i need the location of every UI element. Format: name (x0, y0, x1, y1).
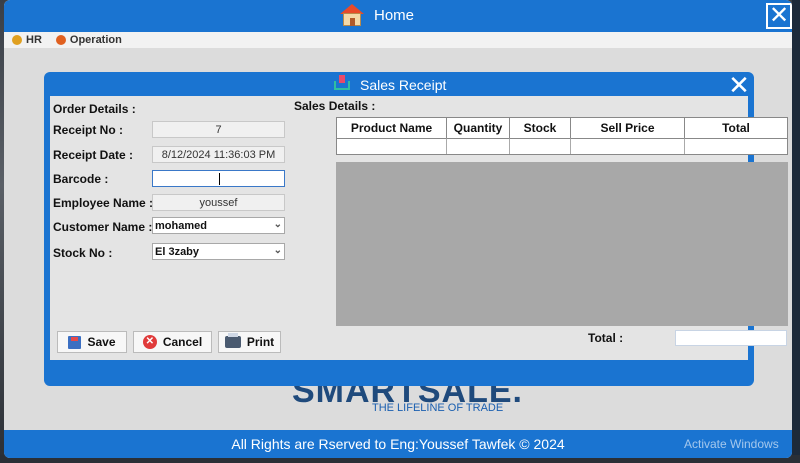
save-icon (68, 335, 82, 349)
column-header[interactable]: Sell Price (571, 118, 685, 138)
footer-text: All Rights are Rserved to Eng:Youssef Ta… (231, 436, 565, 452)
customer-name-select[interactable]: mohamed ⌄ (152, 217, 285, 234)
text-caret (219, 172, 220, 185)
cancel-button-label: Cancel (162, 335, 203, 349)
save-button-label: Save (87, 335, 116, 349)
menu-bar: HR Operation (4, 32, 792, 48)
column-header[interactable]: Product Name (337, 118, 447, 138)
grid-cell[interactable] (337, 138, 447, 154)
print-button[interactable]: Print (218, 331, 281, 353)
grid-empty-area (336, 162, 788, 326)
operation-icon (55, 35, 66, 45)
barcode-label: Barcode : (53, 172, 109, 186)
dialog-title: Sales Receipt (360, 77, 447, 93)
print-button-label: Print (246, 335, 275, 349)
chevron-down-icon: ⌄ (273, 245, 282, 256)
column-header[interactable]: Quantity (447, 118, 510, 138)
dialog-close-button[interactable]: ✕ (728, 72, 750, 98)
save-button[interactable]: Save (57, 331, 127, 353)
stock-no-select[interactable]: El 3zaby ⌄ (152, 243, 285, 260)
menu-item-operation[interactable]: Operation (55, 34, 122, 46)
printer-icon (224, 333, 241, 348)
grid-cell[interactable] (447, 138, 510, 154)
desktop-background (792, 0, 800, 463)
customer-name-value: mohamed (155, 219, 207, 232)
menu-item-hr[interactable]: HR (12, 34, 42, 46)
barcode-input[interactable] (152, 170, 285, 187)
activate-windows-watermark: Activate Windows (684, 437, 779, 451)
order-details-heading: Order Details : (53, 102, 136, 116)
table-row[interactable] (337, 138, 787, 154)
title-group: Home (340, 4, 414, 26)
main-close-button[interactable]: ✕ (766, 3, 792, 29)
employee-name-label: Employee Name : (53, 196, 154, 210)
cancel-button[interactable]: ✕ Cancel (133, 331, 212, 353)
stock-no-value: El 3zaby (155, 245, 200, 258)
menu-item-label: Operation (69, 34, 122, 46)
dialog-title-group: Sales Receipt (332, 75, 446, 95)
chevron-down-icon: ⌄ (273, 219, 282, 230)
main-titlebar: Home ✕ (4, 0, 792, 32)
stock-no-label: Stock No : (53, 246, 113, 260)
column-header[interactable]: Stock (510, 118, 571, 138)
footer: All Rights are Rserved to Eng:Youssef Ta… (4, 430, 792, 458)
grid-header-row: Product Name Quantity Stock Sell Price T… (337, 118, 787, 138)
logo-tagline: THE LIFELINE OF TRADE (372, 402, 504, 414)
grid-cell[interactable] (510, 138, 571, 154)
grid-cell[interactable] (685, 138, 787, 154)
cancel-icon: ✕ (142, 335, 157, 349)
cart-icon (332, 75, 352, 95)
employee-name-field: youssef (152, 194, 285, 211)
home-icon (340, 4, 364, 26)
window-title: Home (374, 6, 415, 24)
dialog-body: Order Details : Sales Details : Receipt … (50, 96, 788, 360)
sales-details-heading: Sales Details : (294, 99, 376, 113)
grid-cell[interactable] (571, 138, 685, 154)
customer-name-label: Customer Name : (53, 220, 153, 234)
sales-receipt-dialog: Sales Receipt ✕ Order Details : Sales De… (44, 72, 788, 386)
hr-icon (12, 35, 22, 45)
receipt-no-label: Receipt No : (53, 123, 124, 137)
menu-item-label: HR (26, 34, 42, 46)
column-header[interactable]: Total (685, 118, 787, 138)
total-field (675, 330, 787, 346)
receipt-date-label: Receipt Date : (53, 148, 134, 162)
receipt-date-field: 8/12/2024 11:36:03 PM (152, 146, 285, 163)
sales-details-grid[interactable]: Product Name Quantity Stock Sell Price T… (336, 117, 788, 155)
receipt-no-field: 7 (152, 121, 285, 138)
total-label: Total : (588, 331, 624, 345)
